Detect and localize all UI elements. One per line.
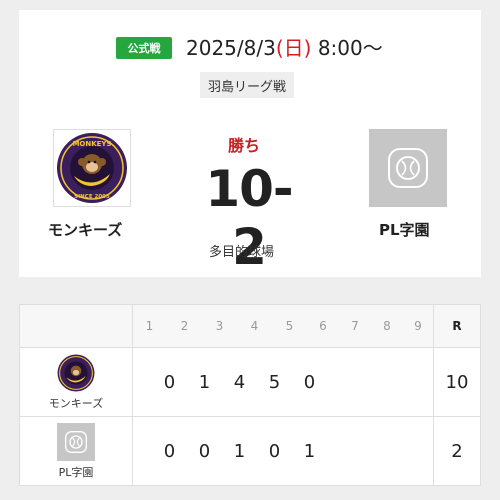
game-date: 2025/8/3	[186, 36, 276, 60]
monkeys-logo-icon	[57, 354, 95, 391]
inning-score: 5	[268, 371, 281, 393]
inning-header-8: 8	[383, 319, 391, 333]
game-dow-close: )	[303, 36, 312, 60]
inning-score: 1	[233, 440, 246, 462]
inning-header-9: 9	[414, 319, 422, 333]
inning-score: 0	[198, 440, 211, 462]
table-row: モンキーズ 0 1 4 5 0 10	[20, 348, 480, 417]
game-time: 8:00〜	[317, 36, 383, 60]
game-result: 勝ち	[228, 136, 261, 155]
logo-text-top: MONKEYS	[72, 140, 111, 148]
inning-header-6: 6	[319, 319, 327, 333]
inning-score: 1	[198, 371, 211, 393]
total-runs: 10	[445, 371, 469, 393]
away-mini-logo	[57, 422, 95, 461]
away-team-logo[interactable]	[369, 129, 447, 207]
inning-score: 1	[303, 440, 316, 462]
inning-header-4: 4	[250, 319, 259, 333]
baseball-placeholder-icon	[64, 430, 88, 453]
inning-score: 4	[233, 371, 246, 393]
team-column-divider	[132, 305, 133, 485]
row-team-home[interactable]: モンキーズ	[20, 348, 132, 416]
game-day-of-week: 日	[283, 36, 304, 60]
inning-header-5: 5	[285, 319, 294, 333]
game-dow-open: (	[275, 36, 284, 60]
scoreboard-header-row: 1 2 3 4 5 6 7 8 9 R	[20, 305, 480, 348]
game-summary-card: 公式戦 2025/8/3(日) 8:00〜 羽島リーグ戦 MONKEYS SIN…	[19, 10, 481, 277]
line-score-table: 1 2 3 4 5 6 7 8 9 R モンキーズ 0 1 4 5 0 10 P…	[19, 304, 481, 486]
runs-header: R	[452, 319, 462, 333]
inning-score: 0	[163, 440, 176, 462]
monkeys-logo-icon: MONKEYS SINCE 2005	[57, 133, 127, 203]
league-tag[interactable]: 羽島リーグ戦	[200, 72, 295, 98]
away-team-name[interactable]: PL字園	[379, 219, 430, 240]
game-datetime: 2025/8/3(日) 8:00〜	[186, 32, 383, 61]
logo-text-bottom: SINCE 2005	[74, 194, 110, 200]
inning-score: 0	[303, 371, 316, 393]
inning-score: 0	[163, 371, 176, 393]
inning-header-2: 2	[180, 319, 189, 333]
row-team-name: PL字園	[58, 465, 94, 479]
venue-name[interactable]: 多目的球場	[209, 241, 274, 260]
inning-header-3: 3	[215, 319, 224, 333]
home-team-logo[interactable]: MONKEYS SINCE 2005	[53, 129, 131, 207]
total-runs: 2	[451, 440, 463, 462]
row-team-away[interactable]: PL字園	[20, 417, 132, 485]
inning-header-7: 7	[351, 319, 359, 333]
official-game-badge: 公式戦	[116, 37, 172, 59]
home-team-name[interactable]: モンキーズ	[48, 219, 122, 240]
inning-header-1: 1	[145, 319, 154, 333]
total-column-divider	[433, 305, 434, 485]
table-row: PL字園 0 0 1 0 1 2	[20, 417, 480, 485]
row-team-name: モンキーズ	[48, 396, 104, 410]
inning-score: 0	[268, 440, 281, 462]
baseball-placeholder-icon	[388, 148, 428, 188]
